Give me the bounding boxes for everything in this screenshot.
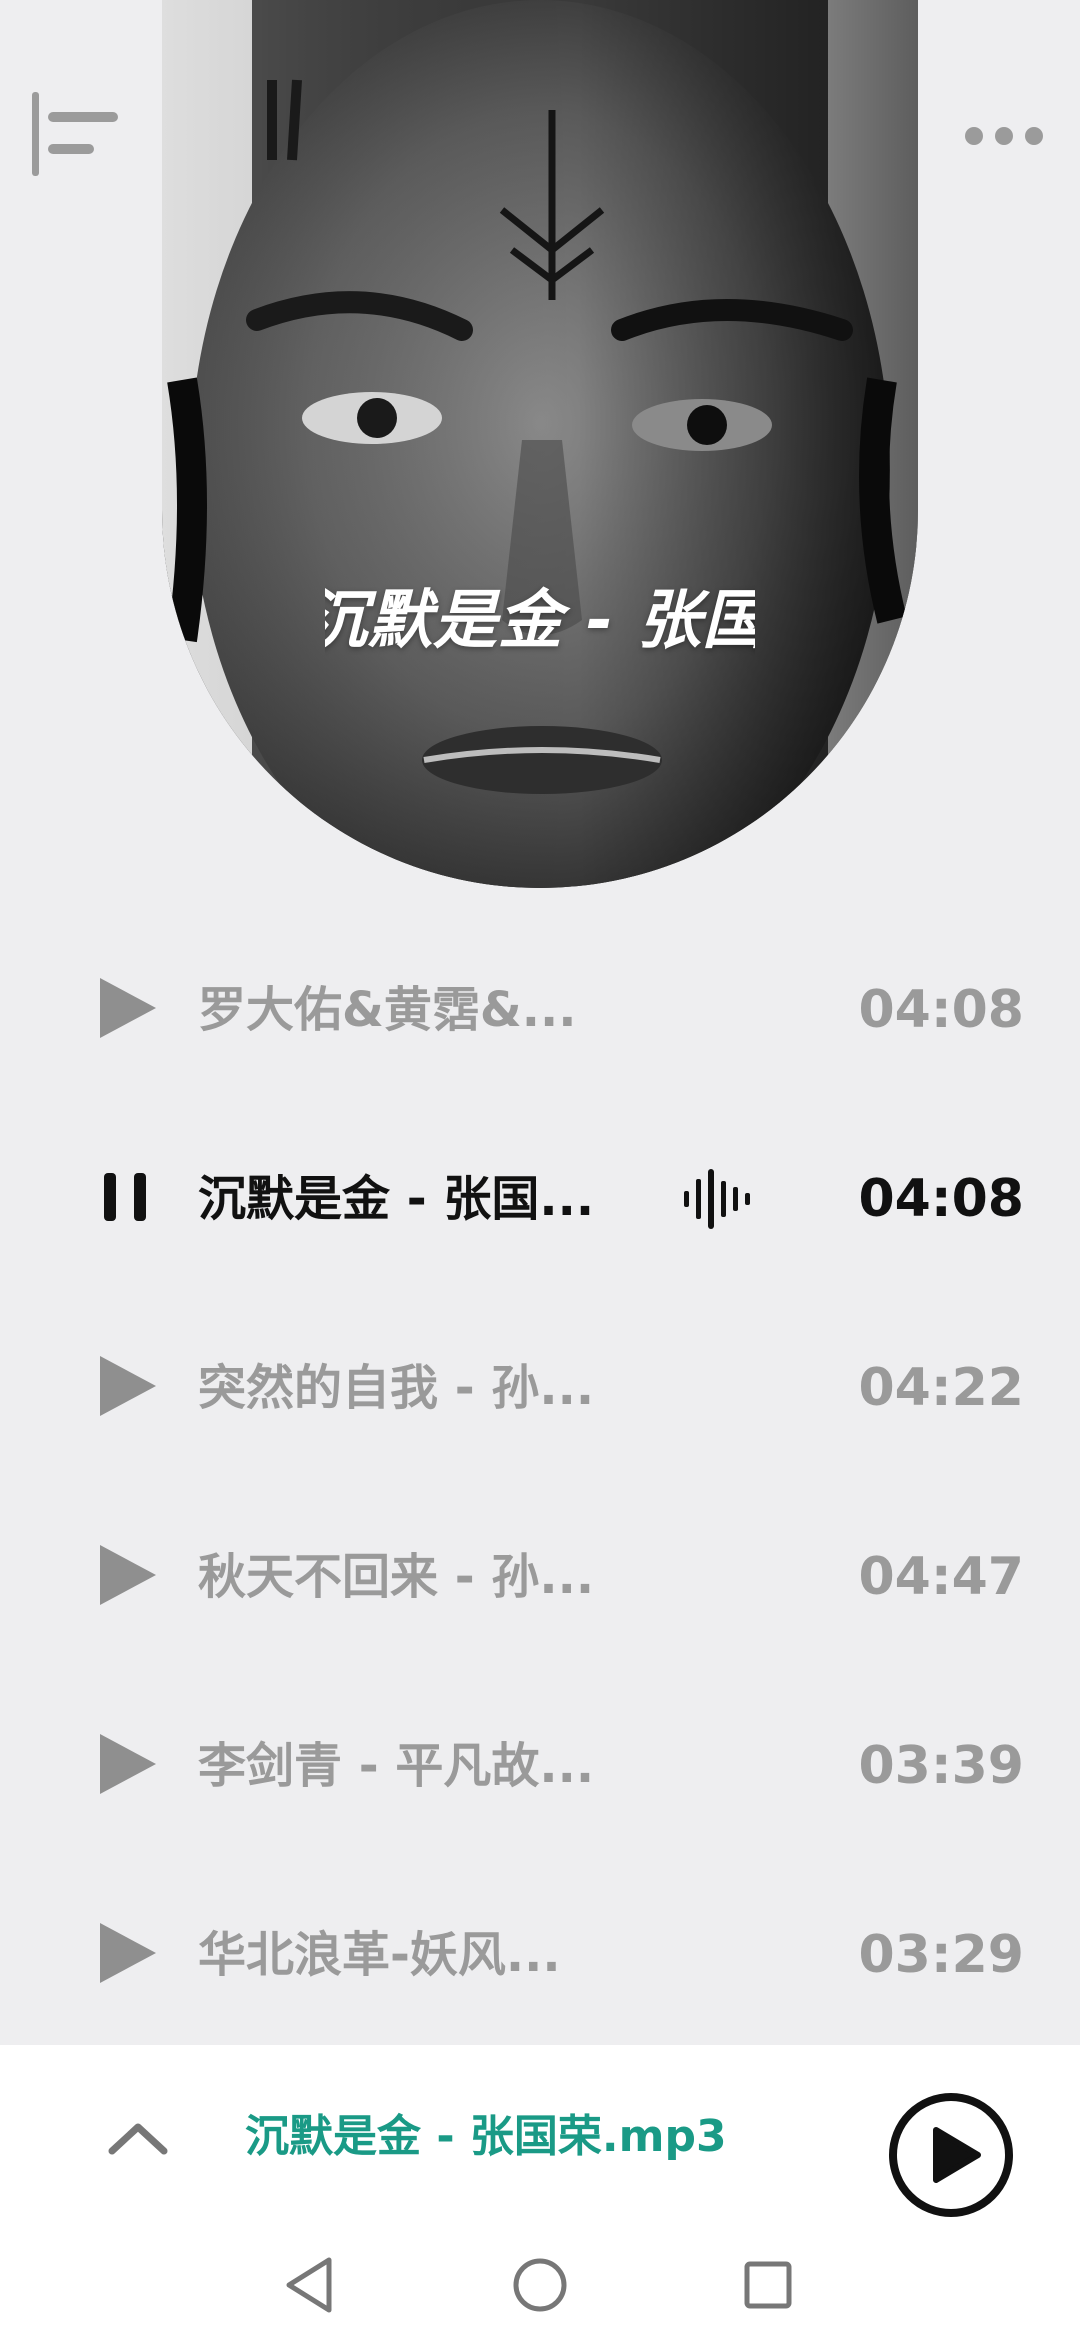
pause-icon[interactable]	[96, 1165, 160, 1229]
playlist-row-active[interactable]: 沉默是金 - 张国... 04:08	[0, 1109, 1080, 1298]
track-duration: 04:47	[858, 1547, 1024, 1607]
play-icon[interactable]	[96, 976, 160, 1040]
now-playing-title[interactable]: 沉默是金 - 张国荣.mp3	[245, 2105, 727, 2169]
system-navigation-bar	[0, 2230, 1080, 2340]
play-icon[interactable]	[96, 1921, 160, 1985]
album-portrait-image	[162, 0, 918, 888]
now-playing-bar: 沉默是金 - 张国荣.mp3	[0, 2045, 1080, 2230]
album-overlay-title: 沉默是金 - 张国荣	[162, 570, 918, 660]
track-title: 李剑青 - 平凡故...	[198, 1738, 595, 1794]
track-duration: 03:29	[858, 1925, 1024, 1985]
track-title: 华北浪革-妖风...	[198, 1927, 561, 1983]
equalizer-wave-icon	[684, 1169, 750, 1229]
music-player-screen: 沉默是金 - 张国荣 罗大佑&黄霑&... 04:08	[0, 0, 1080, 2340]
back-triangle-icon[interactable]	[275, 2250, 345, 2320]
track-duration: 03:39	[858, 1736, 1024, 1796]
playlist-row[interactable]: 李剑青 - 平凡故... 03:39	[0, 1676, 1080, 1865]
album-art	[162, 0, 918, 888]
playlist-row[interactable]: 突然的自我 - 孙... 04:22	[0, 1298, 1080, 1487]
home-circle-icon[interactable]	[505, 2250, 575, 2320]
track-duration: 04:08	[858, 1169, 1024, 1229]
track-title: 突然的自我 - 孙...	[198, 1360, 595, 1416]
more-horizontal-icon	[965, 127, 1043, 145]
more-options-button[interactable]	[956, 86, 1052, 182]
recent-apps-square-icon[interactable]	[733, 2250, 803, 2320]
track-duration: 04:08	[858, 980, 1024, 1040]
track-duration: 04:22	[858, 1358, 1024, 1418]
playlist: 罗大佑&黄霑&... 04:08 沉默是金 - 张国... 04:08 突然的自…	[0, 920, 1080, 2054]
menu-button[interactable]	[28, 86, 124, 182]
play-icon[interactable]	[96, 1543, 160, 1607]
track-title: 罗大佑&黄霑&...	[198, 982, 577, 1038]
track-title: 秋天不回来 - 孙...	[198, 1549, 595, 1605]
play-icon[interactable]	[96, 1354, 160, 1418]
play-circle-button[interactable]	[886, 2090, 1016, 2220]
menu-align-left-icon	[32, 92, 118, 176]
playlist-row[interactable]: 华北浪革-妖风... 03:29	[0, 1865, 1080, 2054]
play-icon[interactable]	[96, 1732, 160, 1796]
track-title: 沉默是金 - 张国...	[198, 1171, 595, 1227]
playlist-row[interactable]: 秋天不回来 - 孙... 04:47	[0, 1487, 1080, 1676]
chevron-up-icon[interactable]	[100, 2101, 176, 2177]
playlist-row[interactable]: 罗大佑&黄霑&... 04:08	[0, 920, 1080, 1109]
album-overlay-title-text: 沉默是金 - 张国荣	[325, 584, 755, 658]
